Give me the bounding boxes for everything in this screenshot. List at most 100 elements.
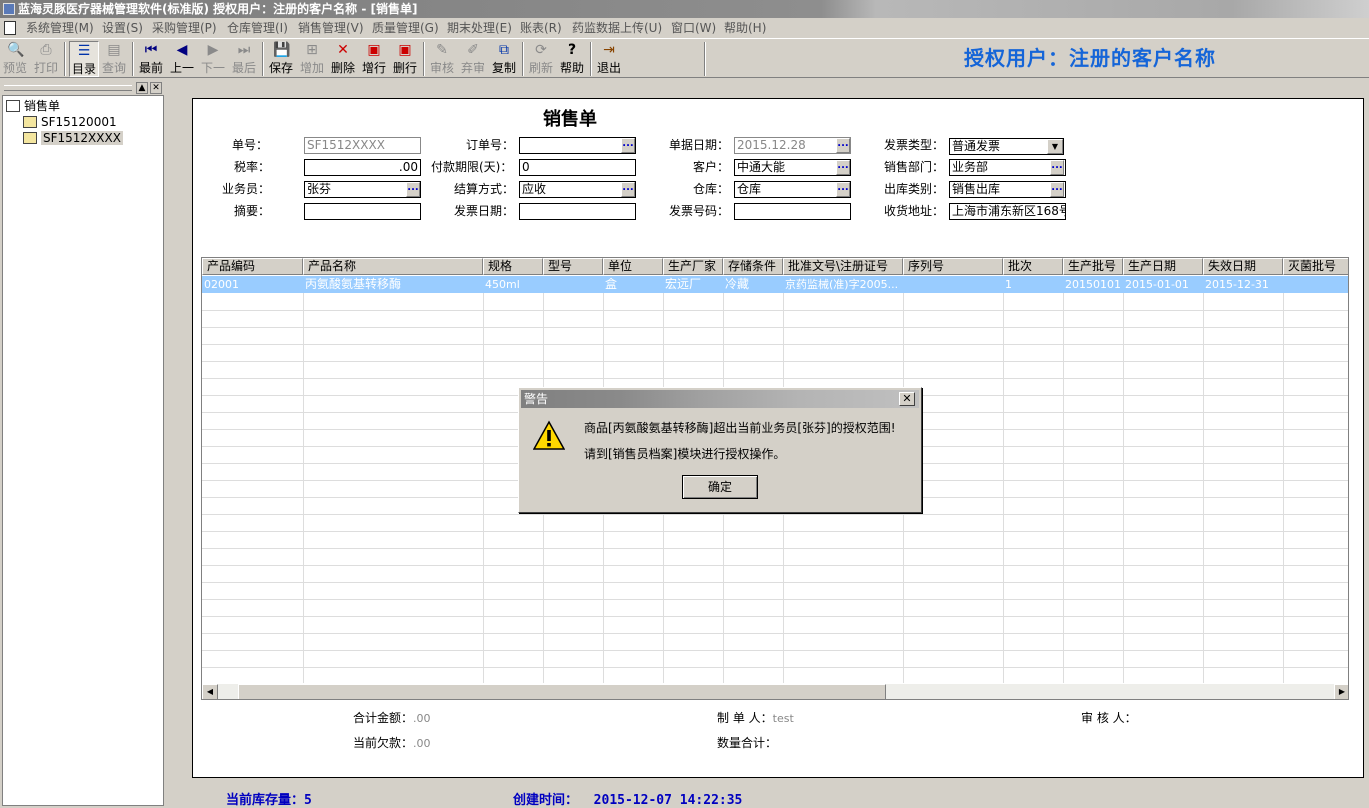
prev-button[interactable]: ◀ 上一 [167,41,197,77]
table-cell[interactable] [903,276,1003,293]
menu-purchase[interactable]: 采购管理(P) [152,18,217,38]
column-header[interactable]: 批次 [1003,258,1063,275]
menu-settings[interactable]: 设置(S) [102,18,143,38]
table-cell[interactable]: 京药监械(准)字2005... [783,276,903,293]
table-cell[interactable]: 宏远厂 [663,276,723,293]
list-icon: ☰ [77,43,91,59]
settle-picker-button[interactable]: ... [621,182,635,197]
table-cell[interactable]: 02001 [202,276,303,293]
bill-date-field[interactable]: 2015.12.28 [734,137,851,154]
auditor: 审 核 人： [1081,711,1137,725]
warehouse-picker-button[interactable]: ... [836,182,850,197]
order-no-picker-button[interactable]: ... [621,138,635,153]
column-header[interactable]: 批准文号\注册证号 [783,258,903,275]
scroll-left-icon[interactable]: ◀ [202,684,218,699]
menu-reports[interactable]: 账表(R) [520,18,562,38]
column-header[interactable]: 灭菌批号 [1283,258,1348,275]
unaudit-button[interactable]: ✐ 弃审 [458,41,488,77]
warehouse-field[interactable]: 仓库 [734,181,851,198]
customer-field[interactable]: 中通大能 [734,159,851,176]
invoice-no-field[interactable] [734,203,851,220]
tax-rate-field[interactable]: .00 [304,159,421,176]
order-no-field[interactable] [519,137,636,154]
table-cell[interactable]: 冷藏 [723,276,783,293]
column-header[interactable]: 生产厂家 [663,258,723,275]
last-button[interactable]: ⏭ 最后 [229,41,259,77]
audit-button[interactable]: ✎ 审核 [427,41,457,77]
column-header[interactable]: 规格 [483,258,543,275]
column-header[interactable]: 单位 [603,258,663,275]
column-header[interactable]: 生产日期 [1123,258,1203,275]
panel-restore-button[interactable]: ▲ [136,82,148,94]
summary-field[interactable] [304,203,421,220]
chevron-down-icon[interactable]: ▼ [1047,139,1063,154]
catalog-button[interactable]: ☰ 目录 [69,41,99,77]
table-cell[interactable]: 20150101 [1063,276,1123,293]
column-header[interactable]: 序列号 [903,258,1003,275]
scroll-right-icon[interactable]: ▶ [1334,684,1348,699]
column-header[interactable]: 存储条件 [723,258,783,275]
print-button[interactable]: ⎙ 打印 [31,41,61,77]
delete-button[interactable]: ✕ 删除 [328,41,358,77]
sales-dept-picker-button[interactable]: ... [1050,160,1064,175]
grid-row-line [202,582,1348,583]
add-button[interactable]: ⊞ 增加 [297,41,327,77]
settle-field[interactable]: 应收 [519,181,636,198]
out-type-field[interactable]: 销售出库 [949,181,1066,198]
salesman-picker-button[interactable]: ... [406,182,420,197]
menu-sales[interactable]: 销售管理(V) [298,18,364,38]
exit-button[interactable]: ⇥ 退出 [594,41,624,77]
table-cell[interactable]: 450ml [483,276,543,293]
menu-system[interactable]: 系统管理(M) [26,18,94,38]
bill-date-picker-button[interactable]: ... [836,138,850,153]
delete-row-button[interactable]: ▣ 删行 [390,41,420,77]
first-button[interactable]: ⏮ 最前 [136,41,166,77]
menu-period-end[interactable]: 期末处理(E) [447,18,512,38]
address-field[interactable]: 上海市浦东新区168号 [949,203,1066,220]
query-button[interactable]: ▤ 查询 [99,41,129,77]
add-row-button[interactable]: ▣ 增行 [359,41,389,77]
sales-dept-field[interactable]: 业务部 [949,159,1066,176]
table-cell[interactable] [543,276,603,293]
tree-root[interactable]: 销售单 [6,99,60,114]
menu-upload[interactable]: 药监数据上传(U) [572,18,662,38]
table-cell[interactable] [1283,276,1348,293]
scroll-thumb[interactable] [238,684,886,699]
next-button[interactable]: ▶ 下一 [198,41,228,77]
horizontal-scrollbar[interactable]: ◀ ▶ [202,684,1348,699]
table-cell[interactable]: 2015-12-31 [1203,276,1283,293]
column-header[interactable]: 产品编码 [202,258,303,275]
column-header[interactable]: 型号 [543,258,603,275]
column-header[interactable]: 生产批号 [1063,258,1123,275]
table-cell[interactable]: 2015-01-01 [1123,276,1203,293]
bill-no-field[interactable]: SF1512XXXX [304,137,421,154]
menu-window[interactable]: 窗口(W) [671,18,716,38]
tree-item-selected[interactable]: SF1512XXXX [23,131,123,146]
menu-warehouse[interactable]: 仓库管理(I) [227,18,288,38]
column-header[interactable]: 产品名称 [303,258,483,275]
tree-item[interactable]: SF15120001 [23,115,117,130]
document-icon[interactable] [4,21,16,35]
table-cell[interactable]: 盒 [603,276,663,293]
out-type-picker-button[interactable]: ... [1050,182,1064,197]
save-button[interactable]: 💾 保存 [266,41,296,77]
copy-button[interactable]: ⧉ 复制 [489,41,519,77]
table-cell[interactable]: 1 [1003,276,1063,293]
menu-help[interactable]: 帮助(H) [724,18,766,38]
salesman-field[interactable]: 张芬 [304,181,421,198]
bill-icon [23,116,37,128]
preview-button[interactable]: 🔍 预览 [0,41,30,77]
help-button[interactable]: ? 帮助 [557,41,587,77]
customer-picker-button[interactable]: ... [836,160,850,175]
panel-close-button[interactable]: ✕ [150,82,162,94]
refresh-button[interactable]: ⟳ 刷新 [526,41,556,77]
invoice-date-field[interactable] [519,203,636,220]
panel-grip[interactable] [4,85,132,91]
ok-button[interactable]: 确定 [682,475,758,499]
menu-quality[interactable]: 质量管理(G) [372,18,439,38]
column-header[interactable]: 失效日期 [1203,258,1283,275]
table-cell[interactable]: 丙氨酸氨基转移酶 [303,276,483,293]
close-icon[interactable]: ✕ [899,392,915,406]
summary-label: 摘要： [234,204,271,218]
pay-days-field[interactable]: 0 [519,159,636,176]
